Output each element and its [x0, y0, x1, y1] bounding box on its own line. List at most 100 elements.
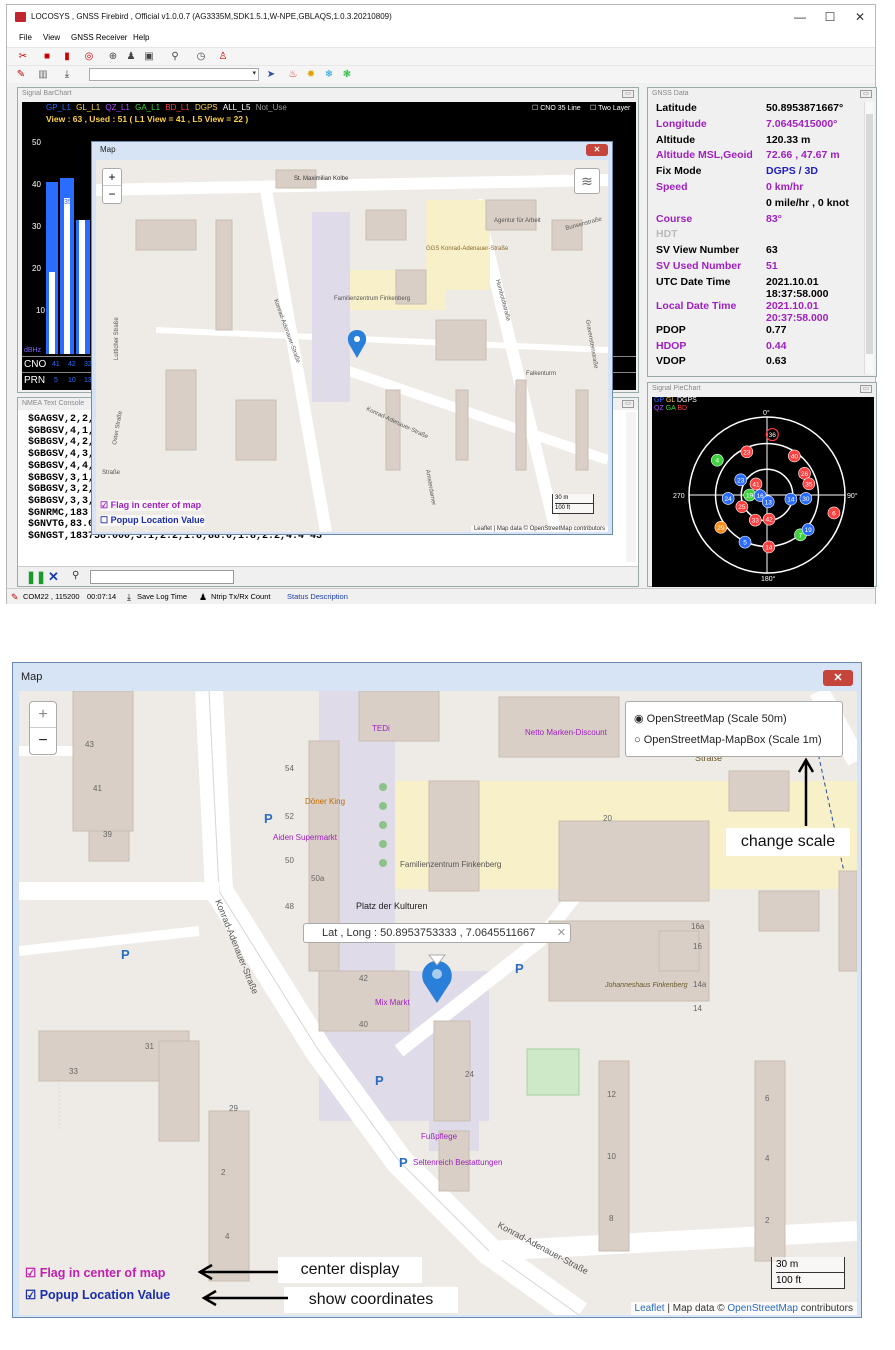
factory-start-icon[interactable]: ❃ [341, 69, 353, 81]
legend-gl: GL_L1 [76, 103, 101, 112]
satellite-id: 35 [805, 481, 813, 488]
zoom-in-button[interactable]: + [103, 169, 121, 186]
gnss-row-label: Altitude [656, 133, 696, 146]
panel-close-button[interactable]: ▭ [622, 90, 634, 98]
disconnect-icon[interactable]: ✂ [17, 51, 29, 63]
house-number: 52 [285, 812, 294, 821]
map-close-button[interactable]: ✕ [823, 670, 853, 686]
flag-center-checkbox[interactable]: ☑ Flag in center of map [25, 1265, 165, 1280]
globe-icon[interactable]: ⊕ [107, 51, 119, 63]
gnss-row-value: 83° [766, 212, 782, 225]
clear-icon[interactable]: ✕ [48, 569, 59, 585]
legend-gp: GP_L1 [46, 103, 71, 112]
menu-help[interactable]: Help [133, 29, 149, 47]
big-map-window: Map ✕ TEDi Netto Marken-Discount Döner K… [12, 662, 862, 1318]
close-button[interactable]: ✕ [845, 5, 875, 29]
minimize-button[interactable]: — [785, 5, 815, 29]
cold-start-icon[interactable]: ❄ [323, 69, 335, 81]
gnss-scrollbar[interactable] [864, 102, 874, 374]
popup-location-checkbox[interactable]: ☑ Popup Location Value [25, 1287, 170, 1302]
save-icon[interactable]: ■ [41, 51, 53, 63]
house-number: 50 [285, 856, 294, 865]
search-icon[interactable]: ⚲ [72, 570, 79, 581]
menu-file[interactable]: File [19, 29, 32, 47]
map-title: Map [100, 145, 116, 154]
layer-option-osm[interactable]: ◉ OpenStreetMap (Scale 50m) [634, 712, 787, 725]
connect-icon[interactable]: ✎ [15, 69, 27, 81]
small-map-view[interactable]: St. Maximilian Kolbe Agentur für Arbeit … [96, 160, 608, 532]
panel-close-button[interactable]: ▭ [622, 400, 634, 408]
gnss-data-panel: GNSS Data ▭ Latitude 50.8953871667° Longit… [647, 87, 877, 377]
gnss-row-label: HDT [656, 228, 678, 241]
big-map-view[interactable]: TEDi Netto Marken-Discount Döner King Ai… [19, 691, 857, 1315]
device-icon[interactable]: ▣ [143, 51, 155, 63]
poi-label: Döner King [305, 797, 345, 806]
signal-icon[interactable]: ▮ [61, 51, 73, 63]
panel-close-button[interactable]: ▭ [860, 385, 872, 393]
scrollbar-thumb[interactable] [866, 114, 873, 354]
warm-start-icon[interactable]: ✹ [305, 69, 317, 81]
house-number: 4 [225, 1232, 230, 1241]
osm-link[interactable]: OpenStreetMap [727, 1303, 798, 1314]
hot-start-icon[interactable]: ♨ [287, 69, 299, 81]
satellite-id: 14 [787, 497, 795, 504]
gnss-row-value: 0 km/hr [766, 181, 804, 193]
baud-icon[interactable]: ▥ [37, 69, 49, 81]
cno-line-checkbox[interactable]: ☐ CNO 35 Line [532, 104, 581, 112]
change-scale-arrow-icon [797, 757, 815, 826]
cno-value: 42 [68, 361, 76, 368]
poi-label: Mix Markt [375, 998, 410, 1007]
gnss-row-value: 72.66 , 47.67 m [766, 149, 840, 162]
house-number: 43 [85, 740, 94, 749]
satellite-id: 42 [765, 517, 773, 524]
zoom-out-button[interactable]: − [103, 186, 121, 203]
nmea-search-input[interactable] [90, 570, 234, 584]
poi-label: Netto Marken-Discount [525, 728, 608, 737]
house-number: 24 [465, 1070, 474, 1079]
layers-icon[interactable]: ≋ [574, 168, 600, 194]
pause-icon[interactable]: ❚❚ [26, 570, 46, 584]
leaflet-link[interactable]: Leaflet [635, 1303, 665, 1314]
nmea-scrollbar[interactable] [626, 412, 636, 562]
house-number: 4 [765, 1154, 770, 1163]
send-icon[interactable]: ➤ [265, 69, 277, 81]
house-number: 16 [693, 942, 702, 951]
nmea-line: $GNVTG,83.6 [28, 519, 95, 531]
maximize-button[interactable]: ☐ [815, 5, 845, 29]
save-log-time[interactable]: Save Log Time [137, 589, 187, 605]
map-close-button[interactable]: ✕ [586, 144, 608, 156]
map-title: Map [21, 671, 43, 683]
two-layer-checkbox[interactable]: ☐ Two Layer [590, 104, 630, 112]
center-display-arrow-icon [197, 1263, 278, 1281]
popup-coordinates: Lat , Long : 50.8953753333 , 7.064551166… [322, 927, 536, 939]
legend-not-use: Not_Use [255, 103, 287, 112]
flag-center-checkbox[interactable]: ☑ Flag in center of map [100, 500, 202, 511]
person-icon[interactable]: ♙ [217, 51, 229, 63]
poi-label: Seltenreich Bestattungen [413, 1158, 502, 1167]
gnss-row-value: 2021.10.01 [766, 299, 819, 312]
poi-label: Aiden Supermarkt [273, 833, 338, 842]
skyplot-west-label: 270 [673, 493, 685, 500]
barchart-legend: GP_L1 GL_L1 QZ_L1 GA_L1 BD_L1 DGPS ALL_L… [46, 103, 287, 112]
popup-location-checkbox[interactable]: ☐ Popup Location Value [100, 515, 205, 526]
popup-close-icon[interactable]: ✕ [557, 924, 566, 942]
poi-label: Familienzentrum Finkenberg [400, 860, 501, 869]
layer-option-mapbox[interactable]: ○ OpenStreetMap-MapBox (Scale 1m) [634, 734, 822, 746]
house-number: 10 [607, 1152, 616, 1161]
command-select[interactable]: ▾ [89, 68, 259, 81]
zoom-in-button[interactable]: + [30, 702, 56, 728]
gnss-row-value: 50.8953871667° [766, 102, 844, 114]
status-bar: ✎ COM22 , 115200 00:07:14 ⤓ Save Log Tim… [7, 588, 875, 604]
panel-title: GNSS Data [652, 90, 689, 97]
map-pin-icon[interactable]: ⚲ [169, 51, 181, 63]
prn-value: 5 [54, 377, 58, 384]
record-icon[interactable]: ◎ [83, 51, 95, 63]
house-number: 29 [229, 1104, 238, 1113]
clock-icon[interactable]: ◷ [195, 51, 207, 63]
panel-close-button[interactable]: ▭ [860, 90, 872, 98]
user-icon[interactable]: ♟ [125, 51, 137, 63]
menu-gnss-receiver[interactable]: GNSS Receiver [71, 29, 127, 47]
download-icon[interactable]: ⤓ [61, 69, 73, 81]
menu-view[interactable]: View [43, 29, 60, 47]
zoom-out-button[interactable]: − [30, 728, 56, 754]
